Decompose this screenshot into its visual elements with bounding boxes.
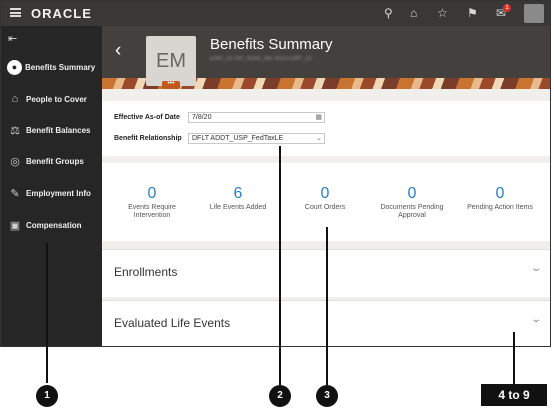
- sidebar-item-label: Compensation: [26, 220, 82, 230]
- callout-line-2: [279, 146, 281, 385]
- home-icon[interactable]: ⌂: [410, 6, 417, 20]
- stat-label: Court Orders: [304, 204, 346, 211]
- callout-2: 2: [269, 385, 291, 407]
- stat-value: 6: [233, 185, 243, 202]
- sidebar-item-label: People to Cover: [26, 94, 87, 104]
- back-icon[interactable]: ‹: [115, 40, 121, 62]
- sidebar-item-people-to-cover[interactable]: ⌂ People to Cover: [1, 87, 102, 111]
- avatar: EM: [146, 36, 196, 86]
- stat-pending-action-items[interactable]: 0 Pending Action Items: [460, 185, 540, 212]
- effective-date-label: Effective As-of Date: [114, 114, 180, 121]
- sidebar-item-employment-info[interactable]: ✎ Employment Info: [1, 181, 102, 205]
- sidebar-item-label: Benefits Summary: [25, 62, 96, 72]
- stat-label: Events Require Intervention: [128, 204, 176, 219]
- notification-badge: 1: [503, 4, 511, 12]
- section-title: Enrollments: [114, 265, 178, 279]
- sidebar-item-benefits-summary[interactable]: ● Benefits Summary: [1, 55, 102, 79]
- stat-label: Life Events Added: [209, 204, 267, 211]
- briefcase-icon: ✎: [10, 187, 20, 200]
- sidebar-item-label: Benefit Balances: [26, 125, 91, 135]
- page-title: Benefits Summary: [210, 36, 333, 53]
- stat-events-require-intervention[interactable]: 0 Events Require Intervention: [112, 185, 192, 220]
- stat-value: 0: [407, 185, 417, 202]
- benefit-relationship-label: Benefit Relationship: [114, 135, 182, 142]
- oracle-logo: ORACLE: [31, 6, 92, 21]
- money-icon: ▣: [9, 219, 21, 232]
- balance-icon: ⚖: [10, 124, 20, 137]
- person-icon: ●: [7, 59, 22, 75]
- callout-4-to-9: 4 to 9: [481, 384, 547, 406]
- sidebar-item-label: Employment Info: [26, 188, 91, 198]
- benefit-relationship-select[interactable]: DFLT ADDT_USP_FedTaxLE ⌄: [188, 133, 325, 144]
- app-window: ORACLE ⚲ ⌂ ☆ ⚑ ✉ 1 ⇤ ● Benefits Summary …: [0, 0, 551, 347]
- calendar-icon[interactable]: ▦: [315, 113, 322, 122]
- stat-label: Documents Pending Approval: [380, 204, 444, 219]
- stat-value: 0: [320, 185, 330, 202]
- sidebar-item-compensation[interactable]: ▣ Compensation: [1, 213, 102, 237]
- home-icon: ⌂: [11, 93, 19, 105]
- sidebar-item-benefit-groups[interactable]: ◎ Benefit Groups: [1, 149, 102, 173]
- chevron-down-icon: ⌄: [316, 135, 322, 142]
- stat-value: 0: [495, 185, 505, 202]
- effective-date-value: 7/8/20: [192, 114, 212, 121]
- top-bar: ORACLE ⚲ ⌂ ☆ ⚑ ✉ 1: [1, 1, 550, 26]
- callout-line-1: [46, 243, 48, 383]
- user-avatar[interactable]: [524, 4, 544, 23]
- callout-line-4: [513, 332, 515, 384]
- hamburger-menu-icon[interactable]: [10, 8, 21, 17]
- stat-life-events-added[interactable]: 6 Life Events Added: [198, 185, 278, 212]
- stat-court-orders[interactable]: 0 Court Orders: [285, 185, 365, 212]
- stat-value: 0: [147, 185, 157, 202]
- sidebar: ⇤ ● Benefits Summary ⌂ People to Cover ⚖…: [1, 26, 102, 346]
- effective-date-field[interactable]: 7/8/20 ▦: [188, 112, 325, 123]
- callout-line-3: [326, 227, 328, 385]
- section-title: Evaluated Life Events: [114, 316, 231, 330]
- page-header: ‹ EM ••• Benefits Summary EMP_01 HR_4056…: [102, 26, 550, 89]
- stat-documents-pending-approval[interactable]: 0 Documents Pending Approval: [372, 185, 452, 220]
- search-icon[interactable]: ⚲: [384, 6, 393, 20]
- person-details: EMP_01 HR_4056_Ver 0023 EMP_01: [210, 56, 313, 62]
- collapse-sidebar-icon[interactable]: ⇤: [8, 32, 17, 45]
- callout-1: 1: [36, 385, 58, 407]
- stat-label: Pending Action Items: [467, 204, 533, 211]
- filter-panel: Effective As-of Date 7/8/20 ▦ Benefit Re…: [102, 101, 550, 156]
- groups-icon: ◎: [10, 155, 20, 168]
- callout-3: 3: [316, 385, 338, 407]
- sidebar-item-label: Benefit Groups: [26, 156, 84, 166]
- sidebar-item-benefit-balances[interactable]: ⚖ Benefit Balances: [1, 118, 102, 142]
- chevron-down-icon[interactable]: ⌄: [530, 314, 542, 325]
- star-icon[interactable]: ☆: [437, 6, 448, 20]
- flag-icon[interactable]: ⚑: [467, 6, 478, 20]
- more-actions-button[interactable]: •••: [162, 80, 180, 89]
- benefit-relationship-value: DFLT ADDT_USP_FedTaxLE: [192, 135, 284, 142]
- chevron-down-icon[interactable]: ⌄: [530, 263, 542, 274]
